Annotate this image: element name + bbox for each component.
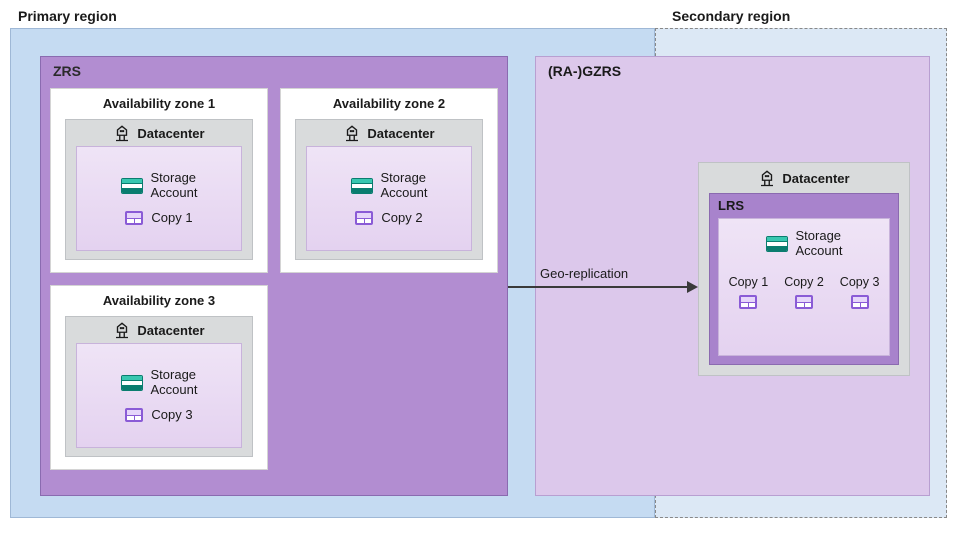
geo-replication-arrow-head [687, 281, 698, 293]
secondary-datacenter: Datacenter LRS Storage Account Copy 1 Co… [698, 162, 910, 376]
datacenter-icon [758, 169, 776, 187]
copy-icon [125, 211, 143, 225]
az2-datacenter-title: Datacenter [296, 120, 482, 142]
datacenter-icon [113, 124, 131, 142]
secondary-copy-2: Copy 2 [784, 275, 824, 309]
az1-storage-account: Storage Account [121, 171, 198, 201]
gzrs-label: (RA-)GZRS [548, 63, 621, 79]
copy-icon [125, 408, 143, 422]
copy-icon [739, 295, 757, 309]
storage-icon [351, 178, 373, 194]
availability-zone-3: Availability zone 3 Datacenter Storage A… [50, 285, 268, 470]
secondary-datacenter-title: Datacenter [699, 163, 909, 187]
az1-title: Availability zone 1 [51, 89, 267, 111]
diagram-root: Primary region Secondary region (RA-)GZR… [0, 0, 960, 541]
secondary-copy-3: Copy 3 [840, 275, 880, 309]
zrs-label: ZRS [53, 63, 81, 79]
availability-zone-1: Availability zone 1 Datacenter Storage A… [50, 88, 268, 273]
az3-datacenter: Datacenter Storage Account Copy 3 [65, 316, 253, 457]
secondary-region-title: Secondary region [672, 8, 790, 24]
datacenter-icon [113, 321, 131, 339]
copy-icon [795, 295, 813, 309]
primary-region-title: Primary region [18, 8, 117, 24]
az2-storage-account: Storage Account [351, 171, 428, 201]
datacenter-icon [343, 124, 361, 142]
az2-dc-inner: Storage Account Copy 2 [306, 146, 472, 251]
secondary-copies-row: Copy 1 Copy 2 Copy 3 [729, 275, 880, 309]
az1-copy: Copy 1 [125, 211, 192, 226]
copy-icon [355, 211, 373, 225]
az3-dc-inner: Storage Account Copy 3 [76, 343, 242, 448]
availability-zone-2: Availability zone 2 Datacenter Storage A… [280, 88, 498, 273]
az1-datacenter: Datacenter Storage Account Copy 1 [65, 119, 253, 260]
az2-title: Availability zone 2 [281, 89, 497, 111]
geo-replication-label: Geo-replication [540, 266, 628, 281]
secondary-copy-1: Copy 1 [729, 275, 769, 309]
az3-datacenter-title: Datacenter [66, 317, 252, 339]
storage-icon [121, 178, 143, 194]
lrs-inner: Storage Account Copy 1 Copy 2 Copy 3 [718, 218, 890, 356]
az2-datacenter: Datacenter Storage Account Copy 2 [295, 119, 483, 260]
az1-dc-inner: Storage Account Copy 1 [76, 146, 242, 251]
copy-icon [851, 295, 869, 309]
az1-datacenter-title: Datacenter [66, 120, 252, 142]
geo-replication-arrow-line [508, 286, 690, 288]
secondary-storage-account: Storage Account [766, 229, 843, 259]
storage-icon [121, 375, 143, 391]
lrs-box: LRS Storage Account Copy 1 Copy 2 [709, 193, 899, 365]
az3-copy: Copy 3 [125, 408, 192, 423]
az3-storage-account: Storage Account [121, 368, 198, 398]
az2-copy: Copy 2 [355, 211, 422, 226]
lrs-label: LRS [718, 198, 744, 213]
az3-title: Availability zone 3 [51, 286, 267, 308]
storage-icon [766, 236, 788, 252]
